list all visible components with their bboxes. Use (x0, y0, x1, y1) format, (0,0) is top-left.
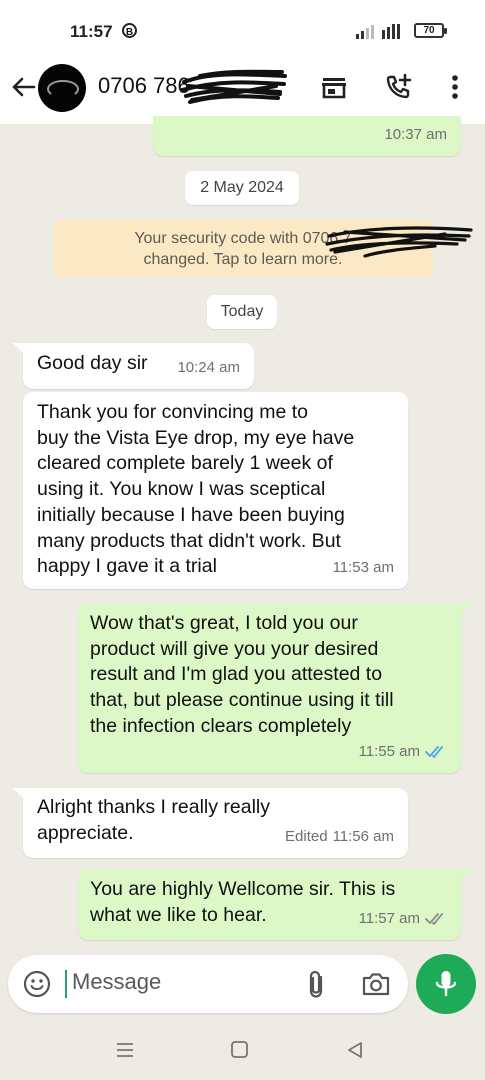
message-time: 11:57 am (358, 910, 420, 928)
chat-header: 0706 786 (0, 60, 485, 124)
chat-area[interactable]: 10:37 am 2 May 2024 Your security code w… (0, 116, 485, 944)
bubble-tail (460, 870, 472, 882)
message-meta: 11:57 am (359, 906, 447, 932)
avatar[interactable] (38, 64, 86, 112)
message-time: 10:24 am (177, 359, 240, 377)
back-arrow-icon[interactable] (8, 72, 38, 102)
emoji-icon[interactable] (22, 969, 52, 999)
store-icon[interactable] (317, 70, 351, 104)
mic-icon (435, 971, 457, 997)
security-notice[interactable]: Your security code with 0706 7 changed. … (53, 220, 473, 278)
message-line: that, but please continue using it till (90, 689, 394, 712)
mic-button[interactable] (416, 954, 476, 1014)
read-ticks-icon (425, 746, 443, 759)
message-bubble-outgoing[interactable]: Wow that's great, I told you our product… (78, 604, 461, 773)
message-text: Good day sir (37, 352, 148, 374)
back-triangle-icon[interactable] (345, 1041, 365, 1059)
home-icon[interactable] (230, 1041, 250, 1059)
message-line: the infection clears completely (90, 714, 352, 737)
redaction-scribble (325, 226, 473, 258)
contact-name[interactable]: 0706 786 (98, 73, 190, 99)
message-composer (8, 955, 408, 1013)
text-caret (65, 970, 67, 998)
message-time: 11:55 am (358, 743, 420, 761)
message-line: using it. You know I was sceptical (37, 478, 326, 501)
bubble-tail (460, 604, 472, 616)
message-line: product will give you your desired (90, 637, 379, 660)
system-nav-bar (0, 1020, 485, 1080)
message-bubble-outgoing[interactable]: 10:37 am (153, 116, 461, 156)
menu-icon[interactable] (115, 1041, 135, 1059)
avatar-logo-icon (47, 80, 79, 98)
delivered-ticks-icon (425, 913, 443, 926)
camera-icon[interactable] (361, 970, 391, 998)
message-meta: Edited 11:56 am (285, 824, 394, 850)
message-line: initially because I have been buying (37, 503, 345, 526)
status-time: 11:57 (70, 22, 113, 41)
message-line: buy the Vista Eye drop, my eye have (37, 426, 355, 449)
add-call-icon[interactable] (381, 70, 415, 104)
message-bubble-outgoing[interactable]: You are highly Wellcome sir. This is wha… (78, 870, 461, 940)
edited-label: Edited (285, 828, 328, 846)
redaction-scribble (180, 69, 287, 104)
more-vert-icon[interactable] (440, 70, 474, 104)
message-time: 11:56 am (332, 828, 394, 846)
message-time: 10:37 am (384, 126, 447, 144)
message-meta: 11:55 am (359, 739, 447, 765)
message-line: Wow that's great, I told you our (90, 612, 358, 634)
message-line: cleared complete barely 1 week of (37, 452, 333, 475)
notification-badge-icon: B (122, 23, 137, 38)
attach-icon[interactable] (304, 969, 330, 999)
battery-icon: 70 (414, 23, 447, 38)
date-chip: Today (207, 295, 277, 329)
message-line: You are highly Wellcome sir. This is (90, 878, 396, 900)
message-input[interactable] (72, 969, 292, 995)
message-line: Thank you for convincing me to (37, 401, 308, 423)
date-chip: 2 May 2024 (185, 171, 299, 205)
status-bar: 11:57 B 70 (0, 0, 485, 60)
message-line: result and I'm glad you attested to (90, 663, 383, 686)
message-bubble-incoming[interactable]: Alright thanks I really really appreciat… (23, 788, 408, 858)
message-bubble-incoming[interactable]: Thank you for convincing me to buy the V… (23, 392, 408, 589)
message-line: many products that didn't work. But (37, 529, 341, 552)
message-line: Alright thanks I really really (37, 796, 271, 818)
message-time: 11:53 am (332, 559, 394, 577)
message-bubble-incoming[interactable]: Good day sir 10:24 am (23, 343, 254, 389)
signal-icon (356, 24, 400, 39)
